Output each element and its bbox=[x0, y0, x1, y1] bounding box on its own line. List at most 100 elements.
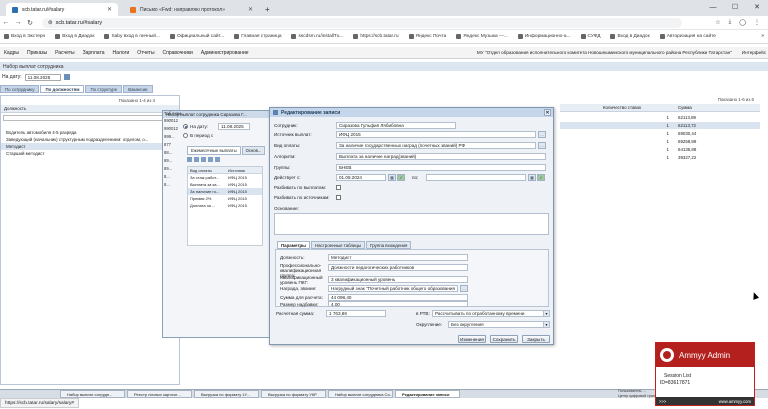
refresh-icon[interactable] bbox=[215, 157, 220, 162]
rtv-select[interactable]: Рассчитывать по отработанному времени ▼ bbox=[432, 310, 550, 317]
task-item[interactable]: Выгрузка по формату 1У... bbox=[194, 390, 259, 398]
reload-icon[interactable]: ↻ bbox=[24, 19, 36, 27]
tab-by-position[interactable]: По должностям bbox=[40, 85, 85, 93]
column-header[interactable]: Должность bbox=[1, 105, 179, 113]
close-button[interactable]: Закрыть bbox=[522, 335, 550, 343]
employee-field[interactable]: Сиразова Гульфия Лябибовна bbox=[336, 122, 456, 129]
clear-date-icon[interactable]: ✓ bbox=[537, 174, 545, 181]
task-item[interactable]: Редактирование записи bbox=[395, 390, 460, 398]
column-header[interactable]: Источник bbox=[226, 167, 262, 173]
forward-icon[interactable]: → bbox=[12, 19, 24, 26]
split-payments-checkbox[interactable] bbox=[336, 185, 341, 190]
tab-inclusion-group[interactable]: Группа вхождения bbox=[366, 241, 412, 249]
bookmark-item[interactable]: Вход в Диадок bbox=[55, 34, 94, 39]
edit-icon[interactable] bbox=[194, 157, 199, 162]
back-icon[interactable]: ← bbox=[0, 19, 12, 26]
table-row[interactable]: Доплата за ... ИФЦ 2015 bbox=[188, 202, 262, 209]
tab-main[interactable]: Основ... bbox=[241, 146, 266, 155]
bookmark-item[interactable]: sscdsm.ru/installTu... bbox=[291, 34, 343, 39]
algorithm-field[interactable]: Выплата за наличие наград(званий) bbox=[336, 153, 546, 160]
column-header[interactable] bbox=[560, 104, 600, 111]
sum-calc-field[interactable]: 44 098,40 bbox=[328, 294, 468, 301]
new-tab-icon[interactable]: + bbox=[265, 5, 270, 14]
clear-date-icon[interactable]: ✓ bbox=[397, 174, 405, 181]
menu-item-kadry[interactable]: Кадры bbox=[4, 50, 19, 56]
bookmark-item[interactable]: https://scb.tatar.ru bbox=[353, 34, 399, 39]
bookmark-item[interactable]: Saby вход в личный... bbox=[104, 34, 160, 39]
close-tab-icon[interactable]: ✕ bbox=[248, 6, 253, 13]
date-input[interactable]: 11.08.2025 bbox=[24, 73, 61, 81]
task-item[interactable]: Набор выплат сотрудн... bbox=[60, 390, 125, 398]
site-info-icon[interactable]: ⊜ bbox=[48, 20, 53, 26]
browser-tab-mail[interactable]: Письмо «Fwd: направляю протокол» ✕ bbox=[124, 3, 259, 16]
menu-item-otchety[interactable]: Отчеты bbox=[137, 50, 154, 56]
delete-icon[interactable] bbox=[201, 157, 206, 162]
ammyy-link[interactable]: www.ammyy.com bbox=[719, 399, 751, 404]
source-field[interactable]: ИФЦ 2015 bbox=[336, 131, 536, 138]
basis-textarea[interactable] bbox=[274, 213, 549, 235]
browser-tab-salary[interactable]: scb.tatar.ru/#salary ✕ bbox=[6, 3, 118, 16]
position-field[interactable]: Методист bbox=[328, 254, 468, 261]
groups-field[interactable]: БНЕВ bbox=[336, 164, 546, 171]
source-lookup-button[interactable]: … bbox=[538, 131, 546, 138]
session-list-label[interactable]: Session List bbox=[664, 373, 691, 379]
bookmark-item[interactable]: Вход в Диадок bbox=[610, 34, 650, 39]
menu-icon[interactable]: ⋮ bbox=[754, 19, 760, 26]
close-icon[interactable]: ✕ bbox=[544, 109, 551, 116]
menu-item-zarplata[interactable]: Зарплата bbox=[83, 50, 105, 56]
bookmark-item[interactable]: Официальный сайт... bbox=[169, 34, 224, 39]
url-input[interactable]: ⊜ scb.tatar.ru/#salary bbox=[42, 17, 682, 28]
split-sources-checkbox[interactable] bbox=[336, 195, 341, 200]
expand-button[interactable]: >>> bbox=[659, 399, 666, 404]
list-item[interactable]: Водитель автомобиля 4-5 разряда bbox=[1, 129, 179, 136]
bookmarks-more-button[interactable]: » bbox=[761, 33, 764, 39]
award-field[interactable]: Нагрудный знак "Почетный работник общего… bbox=[328, 285, 458, 292]
table-row[interactable]: За наличие го... ИФЦ 2015 bbox=[188, 188, 262, 195]
task-item[interactable]: Набор выплат сотрудника Си... bbox=[328, 390, 393, 398]
table-row[interactable]: 1 64135,88 bbox=[560, 146, 760, 153]
rounding-select[interactable]: Без округления ▼ bbox=[448, 321, 550, 328]
bookmark-item[interactable]: Яндекс Музыка —... bbox=[456, 34, 508, 39]
menu-item-admin[interactable]: Администрирование bbox=[201, 50, 249, 56]
calendar-icon[interactable]: ▦ bbox=[528, 174, 536, 181]
prof-group-field[interactable]: Должности педагогических работников bbox=[328, 264, 468, 271]
column-header[interactable]: Вид оплаты bbox=[188, 167, 226, 173]
calendar-icon[interactable] bbox=[63, 74, 70, 80]
valid-from-input[interactable]: 01.08.2024 bbox=[336, 174, 386, 181]
bonus-size-field[interactable]: 4,00 bbox=[328, 301, 468, 307]
tab-parameters[interactable]: Параметры bbox=[277, 241, 310, 249]
bookmark-item[interactable]: Информационно-а... bbox=[517, 34, 571, 39]
valid-to-input[interactable] bbox=[426, 174, 526, 181]
column-header[interactable]: Количество ставок bbox=[600, 104, 675, 111]
radio-on-date[interactable]: На дату: 11.08.2025 bbox=[183, 123, 251, 130]
bookmark-star-icon[interactable]: ☆ bbox=[715, 19, 720, 26]
radio-period[interactable]: В период с bbox=[183, 133, 213, 138]
tab-vacancies[interactable]: Вакансии bbox=[123, 85, 153, 93]
interface-menu[interactable]: Интерфейс bbox=[742, 50, 768, 55]
calendar-icon[interactable]: ▦ bbox=[388, 174, 396, 181]
bookmark-item[interactable]: Яндекс Почта bbox=[408, 34, 446, 39]
menu-item-prikazy[interactable]: Приказы bbox=[27, 50, 47, 56]
copy-icon[interactable] bbox=[208, 157, 213, 162]
table-row[interactable]: 1 69030,44 bbox=[560, 130, 760, 137]
list-item[interactable]: Методист bbox=[1, 143, 179, 150]
menu-item-raschety[interactable]: Расчеты bbox=[55, 50, 75, 56]
download-icon[interactable]: ⤓ bbox=[729, 19, 732, 26]
list-item[interactable]: Старший методист bbox=[1, 150, 179, 157]
table-row[interactable]: 1 69258,89 bbox=[560, 138, 760, 145]
table-row[interactable]: Премия 2% ИФЦ 2015 bbox=[188, 195, 262, 202]
list-item[interactable]: Заведующий (начальник) структурным подра… bbox=[1, 136, 179, 143]
save-button[interactable]: Сохранить bbox=[490, 335, 518, 343]
maximize-icon[interactable]: ☐ bbox=[724, 0, 746, 14]
table-row[interactable]: 1 39327,22 bbox=[560, 154, 760, 161]
menu-item-nalogi[interactable]: Налоги bbox=[112, 50, 129, 56]
bookmark-item[interactable]: СУФД bbox=[580, 34, 600, 39]
qual-level-field[interactable]: 3 квалификационный уровень bbox=[328, 276, 468, 283]
tab-by-employee[interactable]: По сотруднику bbox=[0, 85, 40, 93]
minimize-icon[interactable]: — bbox=[702, 0, 724, 14]
chevron-down-icon[interactable]: ▼ bbox=[543, 311, 549, 316]
bookmark-item[interactable]: Вход в Экстерн bbox=[4, 34, 45, 39]
close-tab-icon[interactable]: ✕ bbox=[107, 6, 112, 13]
tab-by-structure[interactable]: По структуре bbox=[85, 85, 123, 93]
changes-button[interactable]: Изменения bbox=[458, 335, 486, 343]
